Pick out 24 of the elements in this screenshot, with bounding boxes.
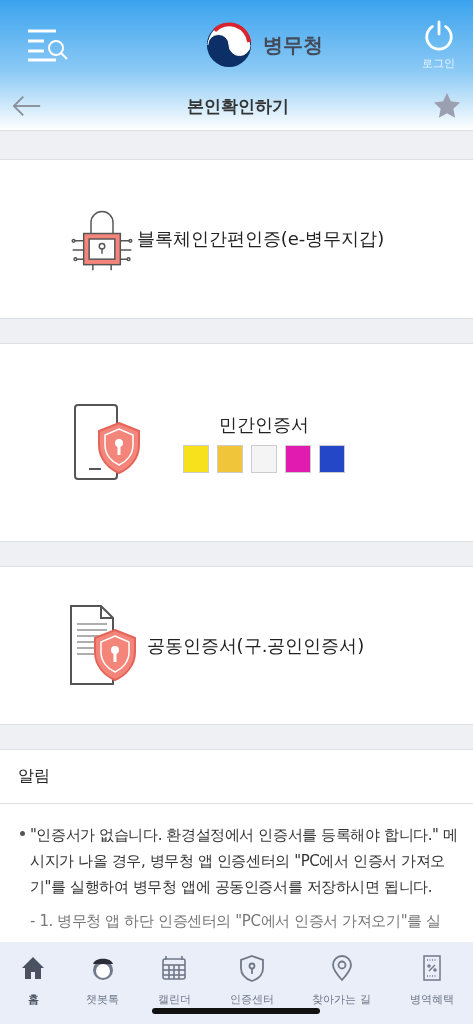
tab-item[interactable]: 캘린더 [157, 954, 191, 1007]
power-icon [422, 19, 455, 52]
emblem-icon [205, 21, 253, 69]
tab-item[interactable]: 챗봇톡 [86, 954, 120, 1007]
option-label: 민간인증서 [218, 412, 309, 437]
calendar-icon [160, 954, 189, 982]
tab-item[interactable]: 인증센터 [229, 954, 274, 1007]
document-shield-icon [68, 603, 139, 688]
option-label: 블록체인간편인증(e-병무지갑) [136, 227, 385, 251]
option-label: 공동인증서(구.공인인증서) [146, 633, 365, 658]
phone-shield-icon [72, 402, 143, 483]
star-icon[interactable] [433, 92, 461, 120]
notice-title: 알림 [0, 750, 473, 804]
tab-item[interactable]: 찾아가는 길 [312, 954, 371, 1007]
shield-key-icon [237, 954, 266, 982]
back-arrow-icon[interactable] [12, 95, 42, 117]
notice-text: - 1. 병무청 앱 하단 인증센터의 "PC에서 인증서 가져오기"를 실 [30, 911, 441, 932]
page-title: 본인확인하기 [186, 94, 289, 118]
notice-text: "인증서가 없습니다. 환경설정에서 인증서를 등록해야 합니다." 메시지가 나올 경우, 병무청 앱 인증센터의 "PC에서 인증서 가져오기"를 실행하여 병무청 앱에 공동인증서를 저장하시면 됩니다. [30, 825, 459, 898]
bullet-icon [20, 831, 25, 836]
tab-item[interactable]: 홈 [19, 954, 48, 1007]
brand-name: 병무청 [263, 31, 323, 59]
menu-search-icon[interactable] [26, 27, 70, 63]
tab-item[interactable]: 병역혜택 [409, 954, 454, 1007]
